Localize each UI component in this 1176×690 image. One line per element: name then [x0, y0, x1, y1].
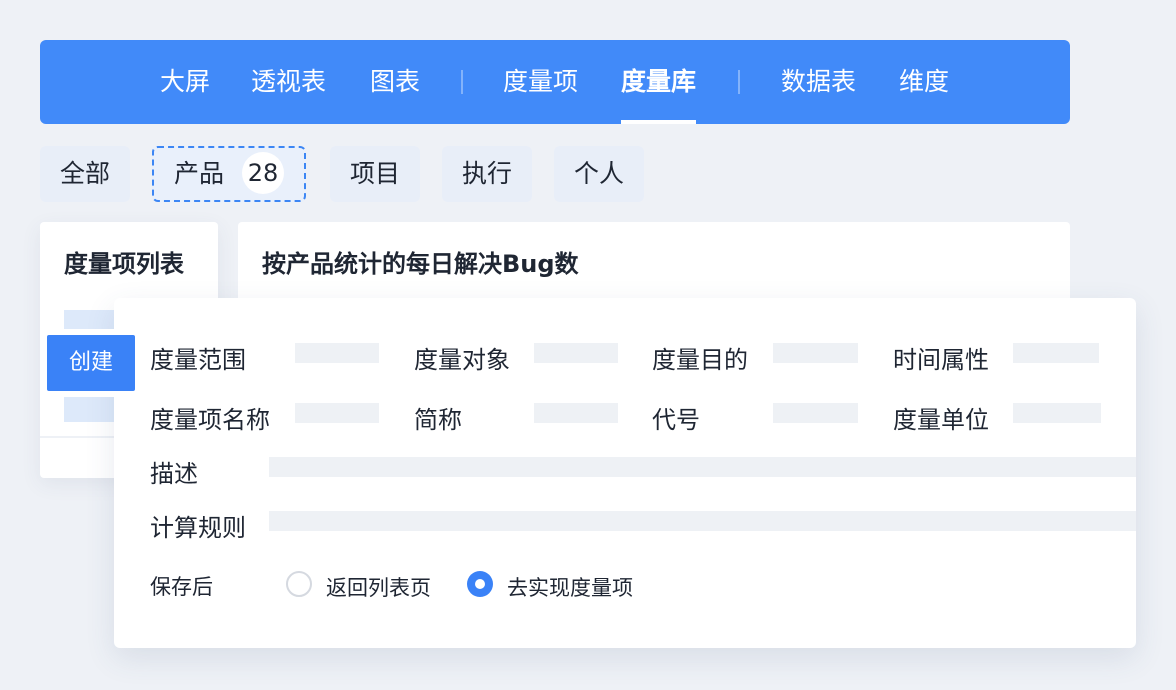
filter-chip-project[interactable]: 项目 [330, 146, 421, 202]
filter-chip-execution[interactable]: 执行 [442, 146, 533, 202]
metric-form-card: 度量范围 度量对象 度量目的 时间属性 度量项名称 简称 代号 度量单位 描述 … [114, 298, 1136, 648]
nav-item-metric[interactable]: 度量项 [503, 40, 578, 124]
calc-rule-field[interactable] [269, 511, 1136, 531]
time-attr-label: 时间属性 [893, 346, 989, 374]
object-field[interactable] [534, 343, 618, 363]
nav-item-dimension[interactable]: 维度 [899, 40, 949, 124]
scope-field[interactable] [295, 343, 379, 363]
filter-chip-all[interactable]: 全部 [40, 146, 131, 202]
nav-divider [461, 70, 463, 94]
purpose-field[interactable] [773, 343, 858, 363]
name-label: 度量项名称 [150, 406, 270, 434]
metric-list-title: 度量项列表 [64, 250, 184, 278]
scope-label: 度量范围 [150, 346, 246, 374]
code-field[interactable] [773, 403, 858, 423]
object-label: 度量对象 [414, 346, 510, 374]
nav-item-metric-library[interactable]: 度量库 [621, 40, 697, 124]
purpose-label: 度量目的 [652, 346, 748, 374]
filter-chip-personal[interactable]: 个人 [554, 146, 645, 202]
calc-rule-label: 计算规则 [150, 514, 246, 542]
active-tab-indicator [621, 120, 697, 124]
nav-item-chart[interactable]: 图表 [370, 40, 420, 124]
name-field[interactable] [295, 403, 379, 423]
nav-item-metric-library-label: 度量库 [621, 67, 697, 96]
nav-item-data-table[interactable]: 数据表 [781, 40, 856, 124]
count-badge: 28 [242, 152, 285, 194]
radio-implement-metric[interactable] [467, 571, 493, 597]
unit-field[interactable] [1013, 403, 1101, 423]
radio-implement-metric-label[interactable]: 去实现度量项 [507, 572, 633, 602]
nav-divider [738, 70, 740, 94]
metric-title: 按产品统计的每日解决Bug数 [262, 250, 579, 278]
nav-item-dashboard[interactable]: 大屏 [160, 40, 210, 124]
nav-item-pivot-table[interactable]: 透视表 [251, 40, 326, 124]
time-attr-field[interactable] [1013, 343, 1099, 363]
after-save-label: 保存后 [150, 575, 213, 599]
short-name-field[interactable] [534, 403, 618, 423]
short-name-label: 简称 [414, 406, 462, 434]
code-label: 代号 [652, 406, 700, 434]
radio-return-to-list[interactable] [286, 571, 312, 597]
radio-return-to-list-label[interactable]: 返回列表页 [326, 572, 431, 602]
page: 大屏 透视表 图表 度量项 度量库 数据表 维度 全部 产品 28 项目 执行 个… [0, 0, 1176, 690]
filter-chip-product-label: 产品 [174, 159, 225, 188]
create-button[interactable]: 创建 [47, 335, 135, 391]
unit-label: 度量单位 [893, 406, 989, 434]
description-field[interactable] [269, 457, 1136, 477]
filter-chip-product[interactable]: 产品 28 [152, 146, 307, 202]
top-nav-bar: 大屏 透视表 图表 度量项 度量库 数据表 维度 [40, 40, 1070, 124]
description-label: 描述 [150, 460, 198, 488]
